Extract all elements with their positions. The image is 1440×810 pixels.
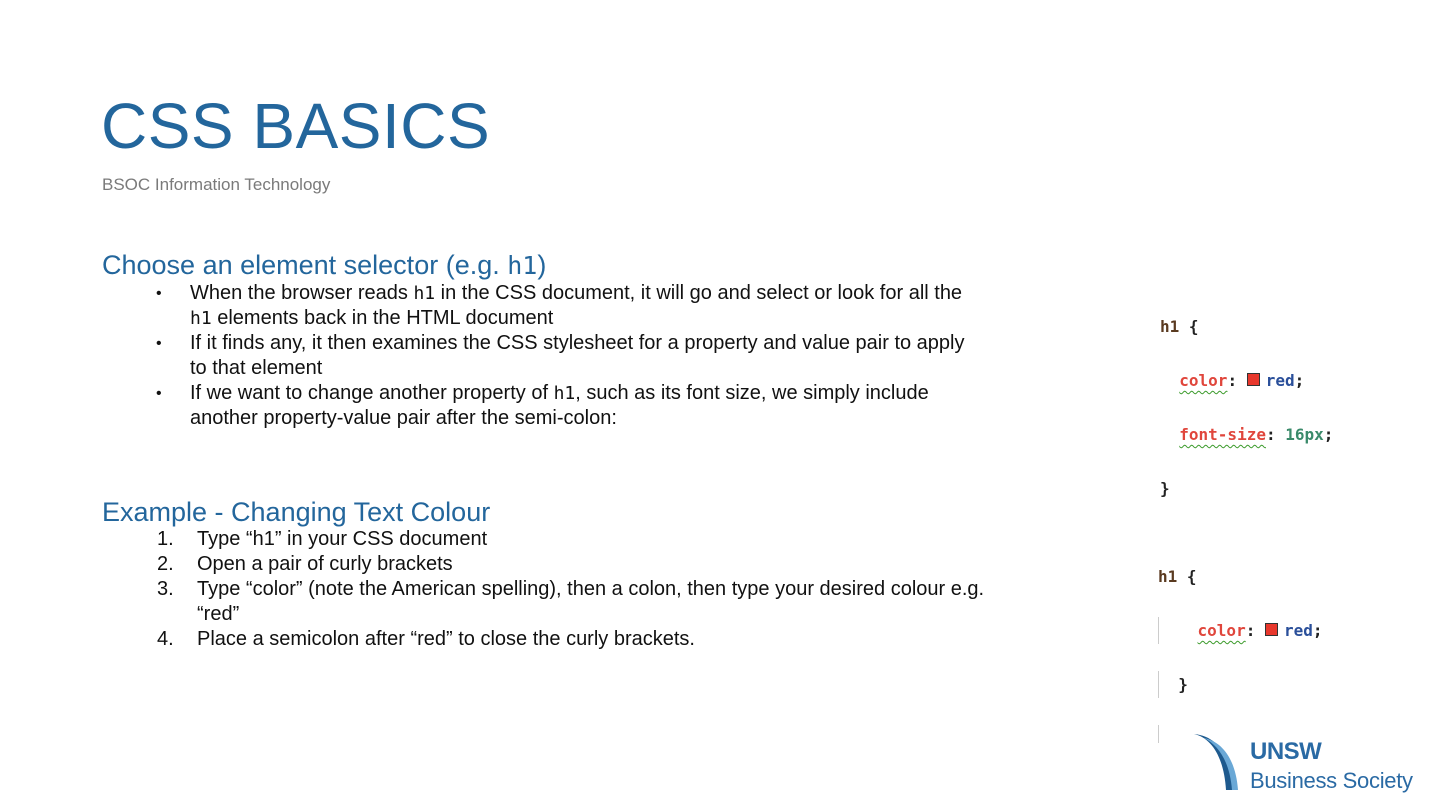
logo-text-society: Business Society (1250, 768, 1413, 793)
list-item: When the browser reads h1 in the CSS doc… (102, 281, 1122, 331)
numbered-list: 1. Type “h1” in your CSS document 2. Open … (102, 527, 1122, 652)
section-heading: Choose an element selector (e.g. h1) (102, 250, 547, 280)
logo-text-unsw: UNSW (1250, 738, 1322, 765)
section-example: Example - Changing Text Colour 1. Type “h… (102, 497, 1122, 652)
list-item: 3. Type “color” (note the American spelli… (157, 578, 985, 625)
section-heading: Example - Changing Text Colour (102, 497, 491, 527)
swoosh-icon (1194, 734, 1238, 790)
color-swatch-icon (1264, 623, 1278, 636)
color-swatch-icon (1246, 373, 1260, 386)
section-element-selector: Choose an element selector (e.g. h1) Whe… (102, 250, 1122, 431)
list-item: If we want to change another property of… (102, 381, 1122, 431)
code-snippet-font-size: h1 { color: red; font-size: 16px; } (1160, 317, 1334, 498)
list-item: If it finds any, it then examines the CS… (102, 331, 1122, 381)
list-item: 4. Place a semicolon after “red” to close… (157, 628, 695, 650)
slide-subtitle: BSOC Information Technology (102, 175, 331, 194)
list-item: 2. Open a pair of curly brackets (157, 553, 453, 575)
bullet-list: When the browser reads h1 in the CSS doc… (102, 281, 1122, 431)
unsw-business-society-logo: UNSW Business Society (1190, 728, 1425, 798)
list-item: 1. Type “h1” in your CSS document (157, 528, 488, 550)
slide-title: CSS BASICS (101, 90, 491, 162)
